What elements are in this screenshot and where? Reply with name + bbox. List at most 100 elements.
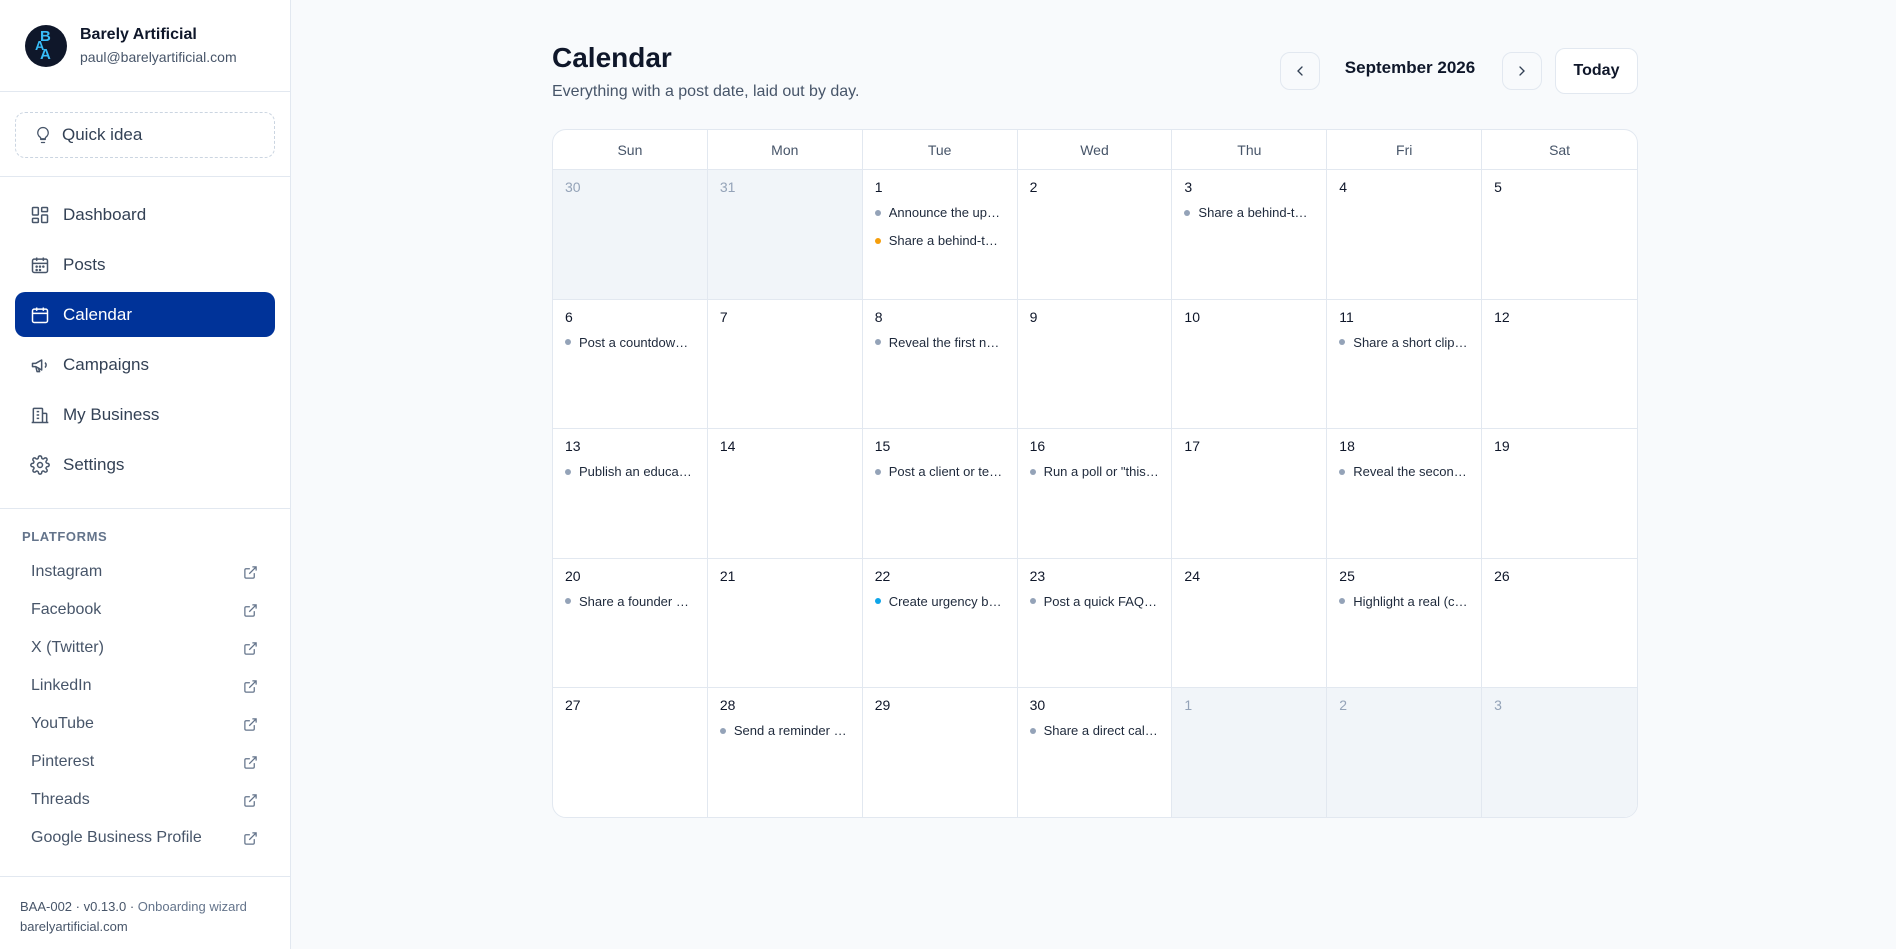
day-cell[interactable]: 16 Run a poll or "this or that" xyxy=(1017,429,1173,559)
event-title: Run a poll or "this or that" xyxy=(1043,464,1160,480)
platform-link-youtube[interactable]: YouTube xyxy=(22,705,268,743)
calendar-event[interactable]: Reveal the first new feature xyxy=(874,332,1005,353)
day-cell[interactable]: 13 Publish an educational post xyxy=(553,429,708,559)
nav-label: Campaigns xyxy=(63,354,149,374)
day-cell[interactable]: 30 xyxy=(553,170,708,300)
day-cell[interactable]: 28 Send a reminder to followers xyxy=(708,688,863,817)
platform-label: Google Business Profile xyxy=(31,829,202,846)
day-number: 29 xyxy=(874,697,891,714)
nav-item-posts[interactable]: Posts xyxy=(15,242,275,287)
day-cell[interactable]: 11 Share a short clip of the product xyxy=(1327,299,1483,430)
calendar-event[interactable]: Post a countdown to launch xyxy=(565,332,695,353)
day-number: 5 xyxy=(1494,179,1502,195)
day-cell[interactable]: 31 xyxy=(707,170,863,300)
calendar-event[interactable]: Share a direct call to action xyxy=(1029,720,1159,741)
day-cell[interactable]: 22 Create urgency before launch xyxy=(862,558,1018,689)
chevron-left-icon xyxy=(1297,66,1303,76)
day-cell[interactable]: 5 xyxy=(1482,170,1637,300)
day-cell[interactable]: 12 xyxy=(1482,300,1637,430)
calendar-event[interactable]: Share a founder story xyxy=(565,591,695,612)
calendar-event[interactable]: Share a behind-the-scenes photo xyxy=(1184,202,1314,223)
day-cell[interactable]: 26 xyxy=(1482,559,1637,689)
nav-item-settings[interactable]: Settings xyxy=(15,442,275,487)
day-cell[interactable]: 7 xyxy=(707,299,863,430)
day-number: 4 xyxy=(1339,179,1348,195)
day-cell[interactable]: 29 xyxy=(863,688,1018,817)
platform-link-facebook[interactable]: Facebook xyxy=(22,591,268,629)
day-cell[interactable]: 2 xyxy=(1017,170,1173,300)
calendar-event[interactable]: Post a client or team spotlight xyxy=(874,461,1005,482)
external-link-icon xyxy=(244,717,257,731)
day-cell[interactable]: 1 Announce the upcoming launch Share a beh… xyxy=(862,170,1018,300)
day-cell[interactable]: 8 Reveal the first new feature xyxy=(862,299,1018,430)
day-cell[interactable]: 21 xyxy=(707,558,863,689)
calendar-event[interactable]: Post a quick FAQ answer xyxy=(1029,591,1160,612)
day-number: 11 xyxy=(1339,308,1354,325)
platforms-section: PLATFORMS Instagram Facebook X (Twitter)… xyxy=(0,509,290,877)
day-cell[interactable]: 24 xyxy=(1172,558,1328,689)
calendar-event[interactable]: Reveal the second feature xyxy=(1339,461,1469,482)
nav-item-calendar[interactable]: Calendar xyxy=(15,292,275,337)
platform-label: X (Twitter) xyxy=(31,639,104,656)
day-cell[interactable]: 25 Highlight a real (customer) review xyxy=(1327,558,1483,689)
today-button[interactable]: Today xyxy=(1555,48,1638,94)
platform-link-pinterest[interactable]: Pinterest xyxy=(22,743,268,781)
platform-link-instagram[interactable]: Instagram xyxy=(22,553,268,591)
dashboard-icon xyxy=(31,206,49,223)
calendar-event[interactable]: Share a short clip of the product xyxy=(1339,332,1469,353)
platform-link-linkedin[interactable]: LinkedIn xyxy=(22,667,268,705)
day-cell[interactable]: 1 xyxy=(1172,688,1328,817)
day-cell[interactable]: 15 Post a client or team spotlight xyxy=(862,429,1018,559)
platform-link-x-twitter[interactable]: X (Twitter) xyxy=(22,629,268,667)
day-number: 21 xyxy=(719,567,736,584)
day-cell[interactable]: 18 Reveal the second feature xyxy=(1327,429,1483,559)
nav-item-my-business[interactable]: My Business xyxy=(15,392,275,437)
next-month-button[interactable] xyxy=(1502,52,1542,90)
day-cell[interactable]: 30 Share a direct call to action xyxy=(1018,688,1173,817)
day-cell[interactable]: 14 xyxy=(707,429,863,559)
quick-idea-button[interactable]: Quick idea xyxy=(15,112,275,158)
day-cell[interactable]: 27 xyxy=(553,688,708,817)
event-status-dot xyxy=(874,237,881,244)
avatar-letter: A xyxy=(40,45,51,63)
event-status-dot xyxy=(565,468,571,475)
day-cell[interactable]: 17 xyxy=(1172,429,1328,559)
quick-idea-label: Quick idea xyxy=(62,125,143,144)
day-number: 7 xyxy=(719,308,728,325)
day-number: 18 xyxy=(1339,438,1355,455)
event-title: Post a quick FAQ answer xyxy=(1043,593,1160,609)
day-cell[interactable]: 9 xyxy=(1017,299,1173,430)
profile-header[interactable]: B A A Barely Artificial paul@barelyartif… xyxy=(0,0,290,92)
day-cell[interactable]: 20 Share a founder story xyxy=(553,558,708,689)
day-cell[interactable]: 6 Post a countdown to launch xyxy=(553,299,708,430)
day-cell[interactable]: 4 xyxy=(1327,170,1483,300)
day-cell[interactable]: 3 Share a behind-the-scenes photo xyxy=(1172,170,1328,300)
calendar-event[interactable]: Create urgency before launch xyxy=(874,591,1005,612)
platform-label: Pinterest xyxy=(31,753,95,770)
platform-link-threads[interactable]: Threads xyxy=(22,781,268,819)
event-status-dot xyxy=(1339,468,1346,475)
calendar-event[interactable]: Send a reminder to followers xyxy=(719,720,850,741)
calendar-event[interactable]: Announce the upcoming launch xyxy=(874,202,1005,223)
day-cell[interactable]: 10 xyxy=(1172,299,1328,430)
sidebar-footer: BAA-002 · v0.13.0 · Onboarding wizard ba… xyxy=(0,877,290,937)
previous-month-button[interactable] xyxy=(1280,52,1320,90)
day-cell[interactable]: 3 xyxy=(1482,688,1637,817)
platform-link-google-business-profile[interactable]: Google Business Profile xyxy=(22,819,268,857)
calendar-event[interactable]: Run a poll or "this or that" xyxy=(1029,461,1160,482)
event-title: Reveal the first new feature xyxy=(888,334,1005,350)
weekday-label: Sat xyxy=(1549,141,1571,158)
calendar-event[interactable]: Highlight a real (customer) review xyxy=(1339,591,1469,612)
external-link-icon xyxy=(244,603,257,617)
event-title: Share a short clip of the product xyxy=(1353,334,1469,350)
day-cell[interactable]: 2 xyxy=(1327,688,1483,817)
platform-label: Facebook xyxy=(31,601,102,618)
calendar-event[interactable]: Share a behind-the-scenes look xyxy=(874,230,1005,251)
nav-item-campaigns[interactable]: Campaigns xyxy=(15,342,275,387)
calendar-event[interactable]: Publish an educational post xyxy=(565,461,695,482)
day-cell[interactable]: 23 Post a quick FAQ answer xyxy=(1017,558,1173,689)
day-number: 8 xyxy=(874,308,883,325)
day-cell[interactable]: 19 xyxy=(1482,429,1637,559)
nav-item-dashboard[interactable]: Dashboard xyxy=(15,192,275,237)
page-subtitle: Everything with a post date, laid out by… xyxy=(552,83,860,100)
